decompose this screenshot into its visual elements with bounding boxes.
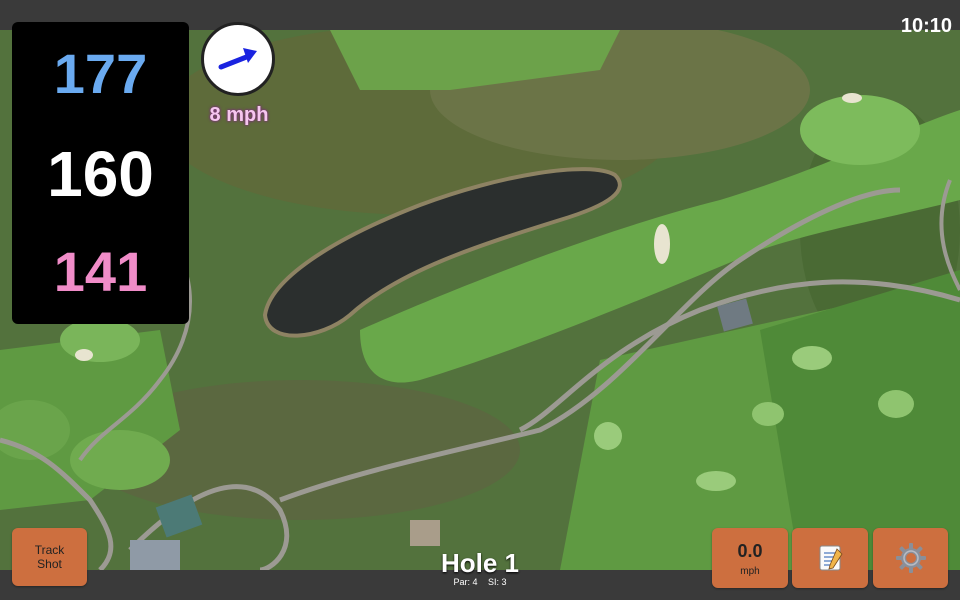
distance-panel: 177 160 141 bbox=[12, 22, 189, 324]
wind-direction-dial bbox=[201, 22, 275, 96]
back-distance: 177 bbox=[53, 42, 148, 105]
center-distance: 160 bbox=[47, 138, 154, 210]
front-distance: 141 bbox=[53, 240, 148, 303]
track-shot-label-line1: Track bbox=[34, 543, 65, 557]
hole-stroke-index: SI: 3 bbox=[488, 577, 507, 587]
settings-button[interactable] bbox=[873, 528, 948, 588]
gear-icon bbox=[895, 543, 926, 573]
wind-button-unit: mph bbox=[740, 565, 760, 577]
wind-speed-label: 8 mph bbox=[209, 104, 269, 126]
wind-button-value: 0.0 bbox=[737, 540, 763, 561]
hole-info: Hole 1 Par: 4 SI: 3 bbox=[380, 548, 580, 587]
track-shot-label-line2: Shot bbox=[37, 557, 62, 571]
notes-button[interactable] bbox=[792, 528, 868, 588]
hole-par: Par: 4 bbox=[453, 577, 478, 587]
status-time: 10:10 bbox=[900, 15, 952, 37]
memo-icon bbox=[819, 545, 843, 571]
wind-speed-button[interactable]: 0.0 mph bbox=[712, 528, 788, 588]
arrow-up-right-icon bbox=[218, 48, 257, 70]
hole-title: Hole 1 bbox=[440, 548, 520, 578]
hole-meta: Par: 4 SI: 3 bbox=[380, 577, 580, 587]
track-shot-button[interactable]: Track Shot bbox=[12, 528, 87, 586]
